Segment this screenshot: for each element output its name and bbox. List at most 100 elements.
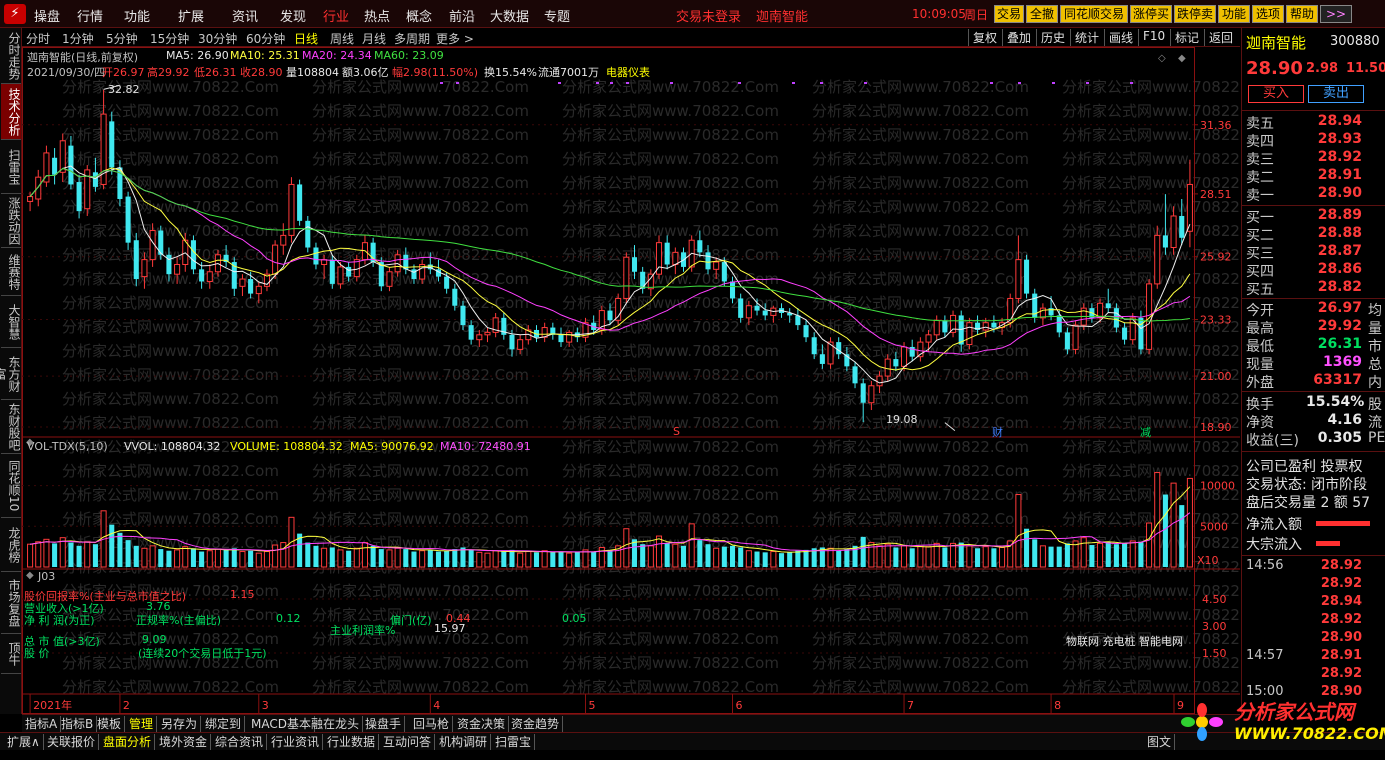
volume-bar[interactable] xyxy=(272,544,279,568)
volume-bar[interactable] xyxy=(484,552,491,568)
info-tab-6[interactable]: 行业数据 xyxy=(324,734,380,750)
menu-item-5[interactable]: 发现 xyxy=(280,6,306,25)
left-tab-6[interactable]: 东方财富 xyxy=(0,348,21,400)
volume-bar[interactable] xyxy=(868,542,875,568)
info-tab-9[interactable]: 扫雷宝 xyxy=(492,734,536,750)
buy-button[interactable]: 买入 xyxy=(1248,85,1304,103)
candle[interactable] xyxy=(35,169,42,207)
volume-bar[interactable] xyxy=(655,535,663,568)
volume-bar[interactable] xyxy=(550,552,556,567)
volume-bar[interactable] xyxy=(517,552,524,568)
volume-bar[interactable] xyxy=(141,547,148,568)
bid-row[interactable]: 买一 28.89 xyxy=(1246,207,1385,226)
volume-bar[interactable] xyxy=(1024,528,1030,567)
chart-tool-0[interactable]: 复权 xyxy=(968,29,997,46)
chart-tool-1[interactable]: 叠加 xyxy=(1002,29,1031,46)
menu-item-11[interactable]: 专题 xyxy=(544,6,570,25)
volume-bar[interactable] xyxy=(214,548,221,568)
volume-bar[interactable] xyxy=(762,552,768,567)
volume-bar[interactable] xyxy=(68,542,74,567)
indicator-tab-7[interactable]: 融在龙头 xyxy=(308,716,364,732)
info-tab-0[interactable]: 扩展∧ xyxy=(4,734,44,750)
volume-bar[interactable] xyxy=(1015,494,1022,568)
top-button-4[interactable]: 跌停卖 xyxy=(1174,5,1216,23)
volume-bar[interactable] xyxy=(982,546,989,568)
volume-bar[interactable] xyxy=(1089,545,1095,567)
period-tab-10[interactable]: 更多 > xyxy=(436,30,474,47)
volume-bar[interactable] xyxy=(329,547,335,567)
bid-row[interactable]: 买五 28.82 xyxy=(1246,279,1385,298)
volume-bar[interactable] xyxy=(697,540,703,567)
volume-bar[interactable] xyxy=(248,550,254,567)
volume-bar[interactable] xyxy=(460,547,466,567)
left-tab-10[interactable]: 市场复盘 xyxy=(1,572,21,634)
stat2-row[interactable]: 收益(三) 0.305 PE xyxy=(1246,430,1385,449)
ask-row[interactable]: 卖四 28.93 xyxy=(1246,131,1385,150)
volume-bar[interactable] xyxy=(647,545,654,568)
volume-bar[interactable] xyxy=(925,546,932,568)
top-button-8[interactable]: >> xyxy=(1320,5,1352,23)
volume-bar[interactable] xyxy=(313,545,319,567)
volume-bar[interactable] xyxy=(125,540,131,567)
volume-bar[interactable] xyxy=(999,546,1006,568)
j03-name[interactable]: J03 xyxy=(38,570,55,583)
volume-bar[interactable] xyxy=(738,547,744,567)
candle[interactable] xyxy=(1024,254,1030,299)
volume-bar[interactable] xyxy=(533,552,540,567)
chart-tool-3[interactable]: 统计 xyxy=(1070,29,1099,46)
ask-row[interactable]: 卖五 28.94 xyxy=(1246,113,1385,132)
candle[interactable] xyxy=(288,177,295,243)
chart-tool-4[interactable]: 画线 xyxy=(1104,29,1133,46)
stat2-row[interactable]: 净资 4.16 流 xyxy=(1246,412,1385,431)
volume-bar[interactable] xyxy=(836,550,842,567)
diamond-icon[interactable]: ◇ xyxy=(1158,53,1166,64)
volume-bar[interactable] xyxy=(92,544,98,567)
volume-bar[interactable] xyxy=(1138,541,1144,567)
volume-bar[interactable] xyxy=(966,545,973,568)
info-tab-2[interactable]: 盘面分析 xyxy=(100,734,156,750)
volume-bar[interactable] xyxy=(1129,540,1136,568)
volume-bar[interactable] xyxy=(501,551,507,567)
period-tab-4[interactable]: 30分钟 xyxy=(198,30,237,47)
candle[interactable] xyxy=(297,179,303,226)
menu-item-1[interactable]: 行情 xyxy=(77,6,103,25)
chart-tool-6[interactable]: 标记 xyxy=(1170,29,1199,46)
candle[interactable] xyxy=(109,111,115,175)
volume-bar[interactable] xyxy=(427,549,433,567)
volume-bar[interactable] xyxy=(1056,546,1062,567)
volume-bar[interactable] xyxy=(909,548,915,567)
period-tab-7[interactable]: 周线 xyxy=(330,30,354,47)
indicator-tab-0[interactable]: 指标A xyxy=(22,716,62,732)
candle[interactable] xyxy=(615,293,622,326)
volume-bar[interactable] xyxy=(346,550,352,567)
volume-bar[interactable] xyxy=(607,549,613,567)
volume-bar[interactable] xyxy=(117,532,123,567)
candle[interactable] xyxy=(787,308,793,323)
volume-bar[interactable] xyxy=(558,551,564,567)
volume-bar[interactable] xyxy=(1170,482,1177,568)
volume-bar[interactable] xyxy=(403,549,409,567)
volume-bar[interactable] xyxy=(411,551,417,567)
vol-indicator-name[interactable]: VOL-TDX(5,10) xyxy=(27,440,108,453)
volume-bar[interactable] xyxy=(337,549,344,568)
indicator-tab-5[interactable]: 绑定到 xyxy=(202,716,246,732)
volume-bar[interactable] xyxy=(1039,545,1046,568)
info-tab-1[interactable]: 关联报价 xyxy=(44,734,100,750)
menu-item-7[interactable]: 热点 xyxy=(364,6,390,25)
ask-row[interactable]: 卖三 28.92 xyxy=(1246,149,1385,168)
top-button-5[interactable]: 功能 xyxy=(1218,5,1250,23)
indicator-tab-9[interactable]: 回马枪 xyxy=(410,716,454,732)
volume-bar[interactable] xyxy=(795,550,801,567)
volume-bar[interactable] xyxy=(182,546,189,568)
info-tab-3[interactable]: 境外资金 xyxy=(156,734,212,750)
volume-bar[interactable] xyxy=(1186,477,1193,568)
menu-item-8[interactable]: 概念 xyxy=(406,6,432,25)
volume-bar[interactable] xyxy=(950,542,957,568)
volume-bar[interactable] xyxy=(321,547,328,568)
volume-bar[interactable] xyxy=(386,549,393,568)
app-logo-icon[interactable]: ⚡ xyxy=(4,4,26,24)
volume-bar[interactable] xyxy=(1113,544,1119,567)
volume-bar[interactable] xyxy=(223,549,229,567)
volume-bar[interactable] xyxy=(158,549,164,567)
volume-bar[interactable] xyxy=(664,543,670,567)
